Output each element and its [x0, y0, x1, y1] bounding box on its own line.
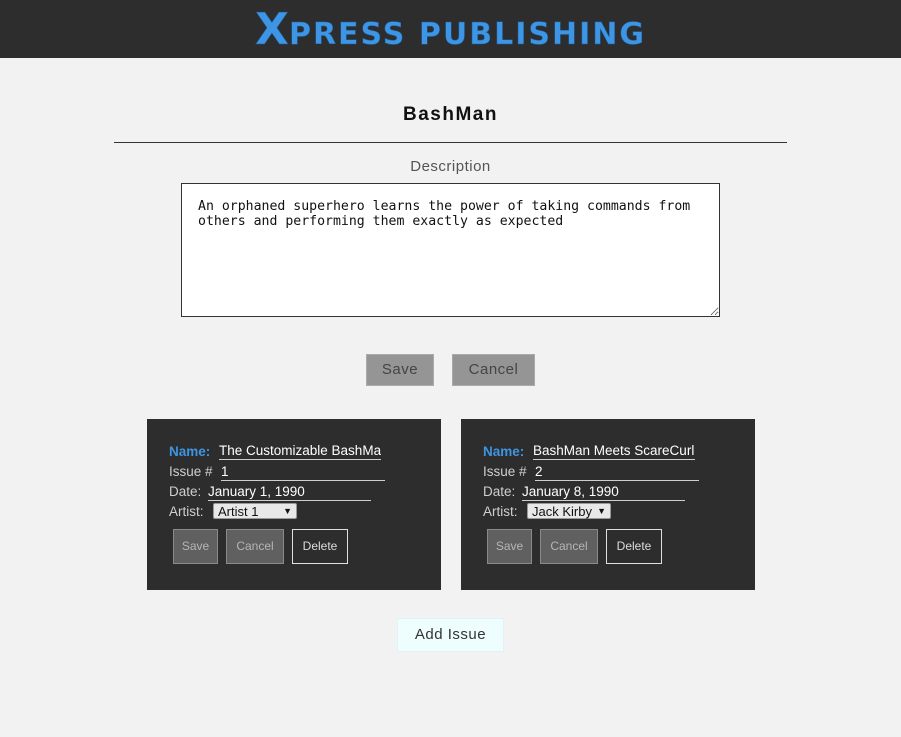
issue-date-label: Date: [169, 484, 202, 499]
series-title: BashMan [403, 104, 498, 125]
issue-save-button[interactable]: Save [173, 529, 218, 564]
divider [114, 142, 787, 143]
description-label: Description [410, 158, 491, 175]
issue-cancel-button[interactable]: Cancel [540, 529, 598, 564]
issue-card: Name: BashMan Meets ScareCurl Issue # 2 … [461, 419, 755, 590]
series-cancel-button[interactable]: Cancel [452, 354, 535, 386]
site-logo[interactable]: XPRESS PUBLISHING [0, 4, 901, 56]
issue-number-input[interactable]: 1 [221, 464, 385, 481]
description-textarea[interactable]: An orphaned superhero learns the power o… [181, 183, 720, 317]
artist-select[interactable]: Artist 1 ▼ [213, 503, 297, 519]
issue-number-label: Issue # [169, 464, 213, 479]
issue-date-input[interactable]: January 8, 1990 [522, 484, 685, 501]
issue-number-input[interactable]: 2 [535, 464, 699, 481]
issue-name-input[interactable]: The Customizable BashMan [219, 443, 381, 460]
issue-date-input[interactable]: January 1, 1990 [208, 484, 371, 501]
issue-artist-label: Artist: [483, 504, 518, 519]
artist-select-value: Artist 1 [218, 504, 259, 519]
artist-select-value: Jack Kirby [532, 504, 592, 519]
issue-delete-button[interactable]: Delete [292, 529, 348, 564]
issue-name-label: Name: [169, 444, 211, 459]
top-bar: XPRESS PUBLISHING [0, 0, 901, 58]
logo-initial: X [255, 4, 289, 56]
issue-card: Name: The Customizable BashMan Issue # 1… [147, 419, 441, 590]
issue-name-input[interactable]: BashMan Meets ScareCurl [533, 443, 695, 460]
dropdown-arrow-icon: ▼ [283, 506, 292, 516]
issue-artist-label: Artist: [169, 504, 204, 519]
artist-select[interactable]: Jack Kirby ▼ [527, 503, 611, 519]
dropdown-arrow-icon: ▼ [597, 506, 606, 516]
issue-cancel-button[interactable]: Cancel [226, 529, 284, 564]
issue-name-row: Name: [483, 444, 524, 459]
issue-name-row: Name: [169, 444, 210, 459]
issue-name-label: Name: [483, 444, 525, 459]
issue-number-label: Issue # [483, 464, 527, 479]
add-issue-button[interactable]: Add Issue [397, 618, 504, 652]
series-save-button[interactable]: Save [366, 354, 434, 386]
issue-save-button[interactable]: Save [487, 529, 532, 564]
logo-text: PRESS PUBLISHING [288, 17, 646, 53]
issue-date-label: Date: [483, 484, 516, 499]
issue-delete-button[interactable]: Delete [606, 529, 662, 564]
